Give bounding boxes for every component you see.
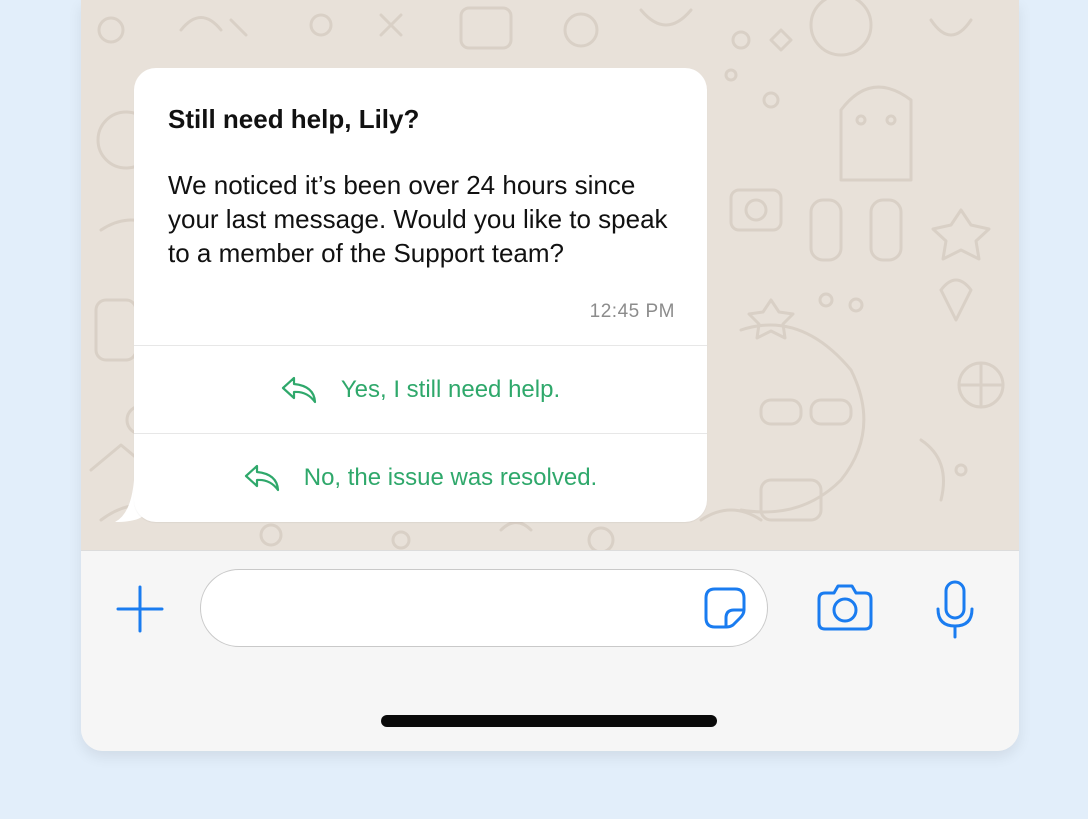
plus-icon[interactable]	[115, 584, 165, 634]
camera-icon[interactable]	[817, 582, 873, 632]
message-body: We noticed it’s been over 24 hours since…	[168, 170, 668, 268]
sticker-icon[interactable]	[703, 586, 747, 630]
microphone-icon[interactable]	[934, 579, 976, 641]
reply-arrow-icon	[244, 464, 279, 491]
reply-arrow-icon	[281, 376, 316, 403]
message-timestamp: 12:45 PM	[589, 301, 675, 322]
quick-reply-yes-button[interactable]: Yes, I still need help.	[134, 346, 707, 433]
message-bubble: Still need help, Lily? We noticed it’s b…	[134, 68, 707, 522]
chat-area[interactable]: Still need help, Lily? We noticed it’s b…	[81, 0, 1019, 550]
phone-frame: Still need help, Lily? We noticed it’s b…	[81, 0, 1019, 751]
home-indicator	[381, 715, 717, 727]
message-title: Still need help, Lily?	[168, 104, 420, 134]
quick-reply-label: Yes, I still need help.	[340, 375, 561, 403]
quick-reply-label: No, the issue was resolved.	[303, 463, 598, 491]
message-composer	[81, 550, 1019, 751]
quick-reply-no-button[interactable]: No, the issue was resolved.	[134, 434, 707, 521]
message-input[interactable]	[200, 569, 768, 647]
